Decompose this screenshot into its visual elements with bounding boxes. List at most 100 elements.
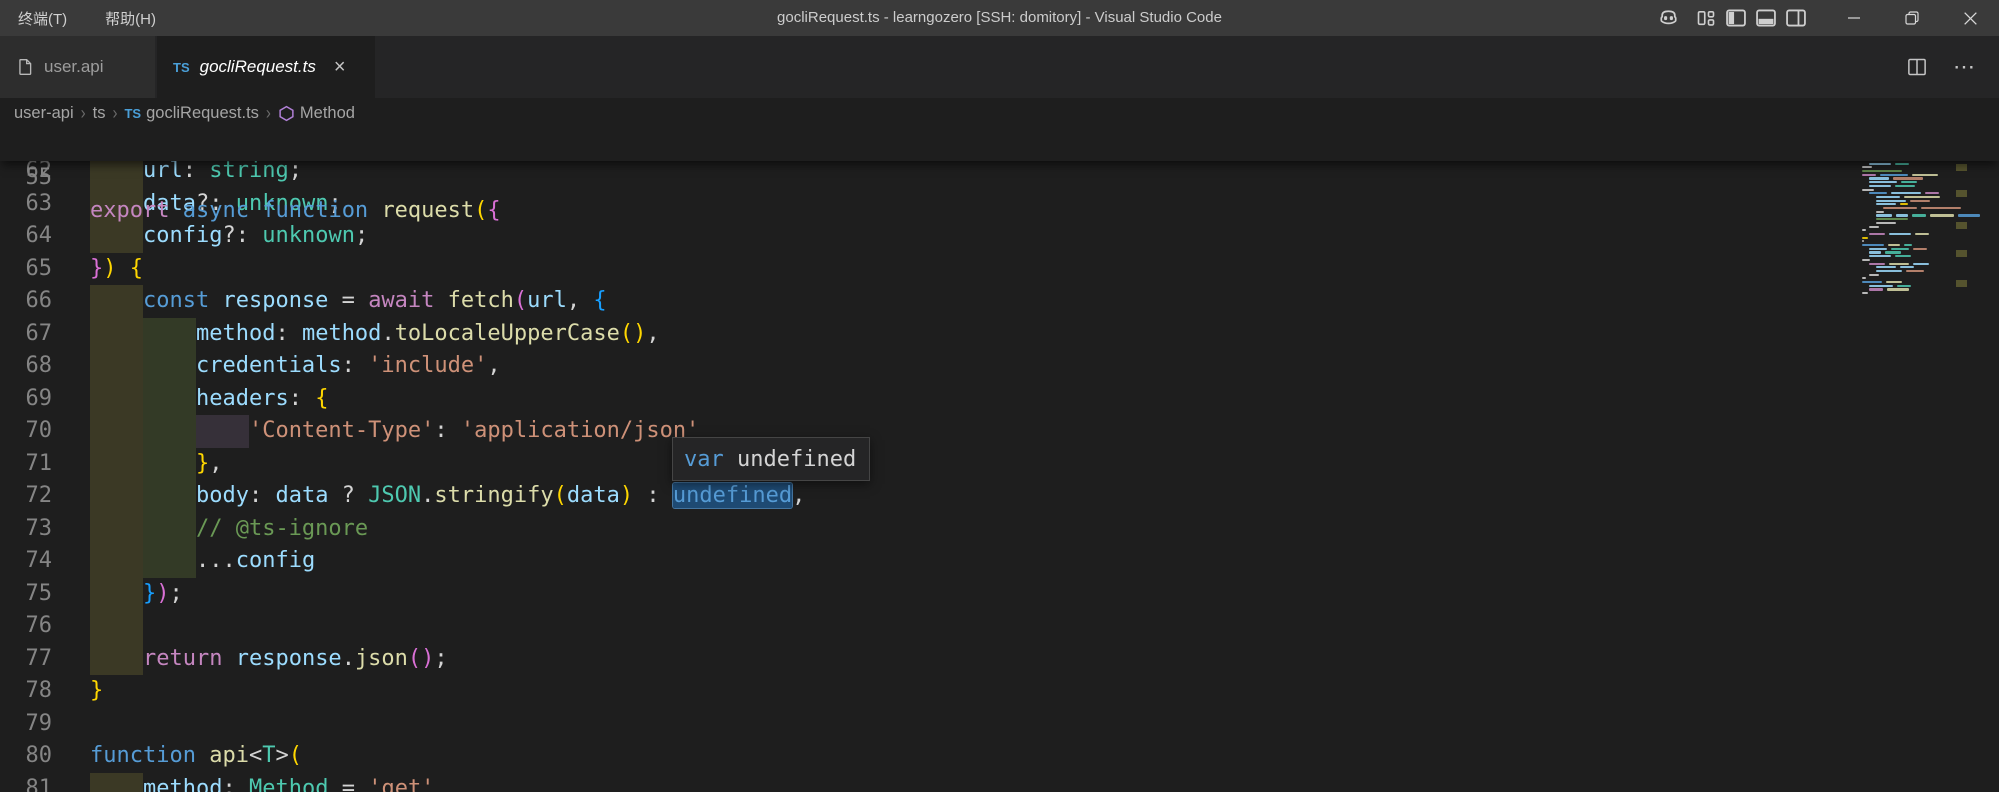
copilot-icon[interactable] [1653,0,1683,36]
code-token: ; [289,158,302,183]
breadcrumb-item-folder[interactable]: ts [93,104,106,123]
close-window-button[interactable] [1941,0,1999,36]
minimap-line-mark [1925,192,1939,194]
minimap-line-mark [1862,259,1870,261]
code-token [249,198,262,223]
code-token: undefined [673,483,792,508]
code-line[interactable]: 70 'Content-Type': 'application/json' [0,415,1900,448]
code-line[interactable]: 73 // @ts-ignore [0,513,1900,546]
code-line[interactable]: 67 method: method.toLocaleUpperCase(), [0,318,1900,351]
code-line[interactable]: 75 }); [0,578,1900,611]
breadcrumb-item-file[interactable]: TS gocliRequest.ts [124,104,258,123]
minimap-line-mark [1869,233,1885,235]
line-number: 55 [0,161,52,194]
code-token: response [236,646,342,671]
code-token: T [262,743,275,768]
toggle-secondary-sidebar-icon[interactable] [1781,0,1811,36]
minimap-line-mark [1869,177,1889,179]
menu-terminal[interactable]: 终端(T) [14,6,71,31]
sticky-scroll-line[interactable]: 55 export async function request({ [0,128,1999,161]
code-token: , [487,353,500,378]
menu-help[interactable]: 帮助(H) [101,6,160,31]
editor-code-area[interactable]: 62 url: string;63 data?: unknown;64 conf… [0,128,1999,792]
toggle-panel-icon[interactable] [1751,0,1781,36]
line-number: 79 [0,708,52,741]
code-token: 'get' [368,776,434,792]
customize-layout-icon[interactable] [1691,0,1721,36]
code-token [90,483,196,508]
code-token: () [408,646,435,671]
code-token: response [222,288,328,313]
minimap-line-mark [1869,263,1885,265]
code-line[interactable]: 69 headers: { [0,383,1900,416]
code-token: , [646,321,659,346]
minimap-line-mark [1912,214,1926,216]
code-token: : [342,353,369,378]
tab-user-api[interactable]: user.api [0,36,155,98]
minimap-line-mark [1889,233,1911,235]
chevron-right-icon: › [112,102,117,123]
breadcrumb-item-symbol[interactable]: Method [278,104,355,123]
code-token [222,646,235,671]
minimap-line-mark [1893,177,1923,179]
code-token: ? [328,483,368,508]
code-line[interactable]: 78} [0,675,1900,708]
code-token: < [249,743,262,768]
code-token: fetch [448,288,514,313]
menu-bar: 终端(T) 帮助(H) [14,0,160,36]
code-token [90,776,143,792]
code-line[interactable]: 80function api<T>( [0,740,1900,773]
line-number: 71 [0,448,52,481]
tab-goclirequest[interactable]: TS gocliRequest.ts × [157,36,375,98]
minimap-line-mark [1869,248,1887,250]
minimap-line-mark [1876,214,1892,216]
tab-bar: user.api TS gocliRequest.ts × ⋯ [0,36,1999,98]
minimap-line-mark [1885,251,1901,253]
code-line[interactable]: 66 const response = await fetch(url, { [0,285,1900,318]
code-line[interactable]: 77 return response.json(); [0,643,1900,676]
line-number: 73 [0,513,52,546]
code-line[interactable]: 79 [0,708,1900,741]
close-tab-icon[interactable]: × [334,57,346,77]
code-token: . [421,483,434,508]
code-token [90,451,196,476]
code-token: api [209,743,249,768]
code-line[interactable]: 81 method: Method = 'get' [0,773,1900,792]
minimap-line-mark [1862,174,1876,176]
code-line[interactable]: 76 [0,610,1900,643]
minimap-line-mark [1862,240,1864,242]
split-editor-icon[interactable] [1907,57,1927,77]
minimap-line-mark [1915,233,1929,235]
code-token: : [183,158,210,183]
overview-ruler-mark [1956,250,1967,257]
code-line[interactable]: 65}) { [0,253,1900,286]
code-line[interactable]: 74 ...config [0,545,1900,578]
minimap-line-mark [1887,288,1909,290]
minimap-line-mark [1904,244,1912,246]
code-token: { [487,198,500,223]
code-token [434,288,447,313]
minimap-line-mark [1895,255,1911,257]
breadcrumb-item-folder[interactable]: user-api [14,104,74,123]
minimap-line-mark [1876,270,1902,272]
code-line[interactable]: 71 }, [0,448,1900,481]
minimap-line-mark [1862,189,1874,191]
line-number: 80 [0,740,52,773]
restore-button[interactable] [1883,0,1941,36]
minimize-button[interactable] [1825,0,1883,36]
code-token: method [143,776,222,792]
code-line[interactable]: 68 credentials: 'include', [0,350,1900,383]
minimap-line-mark [1869,192,1887,194]
code-token: request [381,198,474,223]
sticky-code: export async function request({ [90,194,501,227]
code-token [169,198,182,223]
code-token: var [684,447,724,472]
code-token: method [302,321,381,346]
code-line[interactable]: 72 body: data ? JSON.stringify(data) : u… [0,480,1900,513]
toggle-primary-sidebar-icon[interactable] [1721,0,1751,36]
code-token: ; [169,581,182,606]
code-token: ) [156,581,169,606]
more-actions-icon[interactable]: ⋯ [1953,54,1975,80]
code-token: export [90,198,169,223]
minimap[interactable] [1862,128,1958,792]
